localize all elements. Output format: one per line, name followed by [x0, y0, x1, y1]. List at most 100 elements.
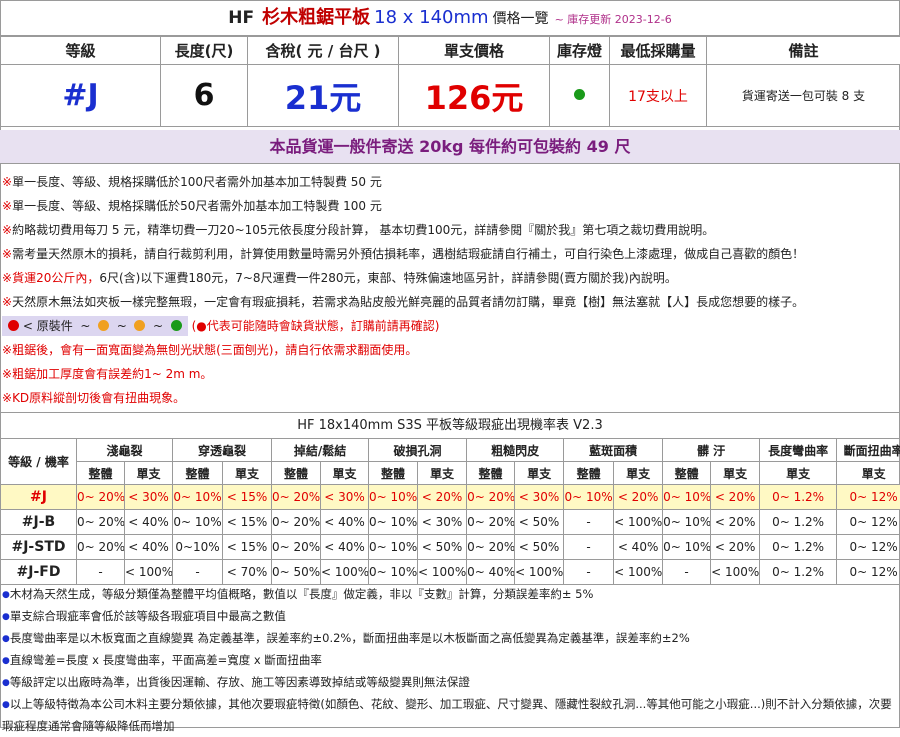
red-dot-icon: [8, 320, 19, 331]
defect-cell: -: [564, 510, 614, 535]
defect-cell: 0~ 10%: [663, 510, 711, 535]
defect-cell: < 40%: [321, 535, 369, 560]
footnote-text: 長度彎曲率是以木板寬面之直線變異 為定義基準，誤差率約±0.2%，斷面扭曲率是以…: [10, 631, 690, 645]
note-mark: ※: [2, 343, 12, 357]
note-mark: ※: [2, 367, 12, 381]
remark-value: 貨運寄送一包可裝 8 支: [707, 65, 900, 127]
note-item: ※天然原木無法如夾板一樣完整無瑕，一定會有瑕疵損耗，若需求為貼皮般光鮮亮麗的品質…: [0, 290, 900, 314]
defect-cell: 0~ 10%: [663, 535, 711, 560]
defect-cell: 0~ 10%: [369, 485, 418, 510]
defect-cell: < 100%: [614, 560, 663, 585]
defect-cell: < 50%: [418, 535, 467, 560]
legend-note: (●代表可能隨時會缺貨狀態，訂購前請再確認): [192, 319, 440, 333]
sub-header-single: 單支: [321, 462, 369, 485]
defect-group-header: 斷面扭曲率: [837, 439, 900, 462]
defect-cell: 0~ 10%: [173, 485, 223, 510]
defect-grade: #J-FD: [1, 560, 77, 585]
footnote: ●等級評定以出廠時為準，出貨後因運輸、存放、施工等因素導致掉結或等級變異則無法保…: [0, 672, 900, 694]
defect-cell: 0~ 20%: [467, 510, 515, 535]
footnote: ●單支綜合瑕疵率會低於該等級各瑕疵項目中最高之數值: [0, 606, 900, 628]
bullet-icon: ●: [2, 634, 10, 644]
note-text: 單一長度、等級、規格採購低於100尺者需外加基本加工特製費 50 元: [12, 175, 382, 189]
sub-header-whole: 整體: [663, 462, 711, 485]
legend-tilde: ~: [80, 319, 90, 333]
sub-header-single: 單支: [760, 462, 837, 485]
defect-cell: 0~ 10%: [663, 485, 711, 510]
sub-header-whole: 整體: [369, 462, 418, 485]
defect-row: #J0~ 20%< 30%0~ 10%< 15%0~ 20%< 30%0~ 10…: [1, 485, 900, 510]
header-stock: 庫存燈: [550, 37, 610, 65]
stock-light-cell: [550, 65, 610, 127]
defect-cell: < 40%: [125, 535, 173, 560]
sub-header-single: 單支: [418, 462, 467, 485]
defect-group-header: 長度彎曲率: [760, 439, 837, 462]
note-mark: ※: [2, 223, 12, 237]
defect-group-header: 穿透龜裂: [173, 439, 272, 462]
note-item: ※貨運20公斤內，6尺(含)以下運費180元，7~8尺運費一件280元，東部、特…: [0, 266, 900, 290]
defect-group-header: 淺龜裂: [77, 439, 173, 462]
defect-table-title: HF 18x140mm S3S 平板等級瑕疵出現機率表 V2.3: [0, 412, 900, 438]
product-size: 18 x 140mm: [374, 7, 488, 28]
bullet-icon: ●: [2, 700, 10, 710]
defect-cell: < 40%: [321, 510, 369, 535]
defect-cell: -: [173, 560, 223, 585]
sub-header-whole: 整體: [77, 462, 125, 485]
note-mark: ※: [2, 295, 12, 309]
defect-cell: -: [564, 560, 614, 585]
sub-header-single: 單支: [515, 462, 564, 485]
defect-grade: #J: [1, 485, 77, 510]
header-min-qty: 最低採購量: [610, 37, 707, 65]
defect-cell: 0~ 20%: [272, 510, 321, 535]
defect-cell: < 20%: [614, 485, 663, 510]
defect-cell: 0~ 12%: [837, 560, 900, 585]
note-item: ※KD原料縱剖切後會有扭曲現象。: [0, 386, 900, 410]
legend-tilde: ~: [153, 319, 163, 333]
defect-cell: 0~ 40%: [467, 560, 515, 585]
defect-cell: 0~ 20%: [77, 510, 125, 535]
note-text: 約略裁切費用每刀 5 元，精準切費一刀20~105元依長度分段計算， 基本切費1…: [12, 223, 714, 237]
brand: HF: [228, 8, 254, 28]
note-text: 需考量天然原木的損耗，請自行裁剪利用，計算使用數量時需另外預估損耗率，遇樹結瑕疵…: [12, 247, 804, 261]
defect-cell: < 40%: [125, 510, 173, 535]
defect-cell: 0~ 20%: [272, 485, 321, 510]
shipping-banner: 本品貨運一般件寄送 20kg 每件約可包裝約 49 尺: [0, 130, 900, 164]
list-label: 價格一覽: [493, 11, 549, 27]
note-text: 6尺(含)以下運費180元，7~8尺運費一件280元，東部、特殊偏遠地區另計，詳…: [99, 271, 677, 285]
defect-cell: 0~ 1.2%: [760, 535, 837, 560]
defect-cell: < 100%: [418, 560, 467, 585]
defect-table: 等級 / 機率 淺龜裂穿透龜裂掉結/鬆結破損孔洞粗糙閃皮藍斑面積髒 汙長度彎曲率…: [0, 438, 900, 585]
bullet-icon: ●: [2, 590, 10, 600]
footnote-text: 直線彎差=長度 x 長度彎曲率，平面高差=寬度 x 斷面扭曲率: [10, 653, 322, 667]
defect-cell: 0~ 50%: [272, 560, 321, 585]
defect-row: #J-STD0~ 20%< 40%0~10%< 15%0~ 20%< 40%0~…: [1, 535, 900, 560]
note-mark: ※: [2, 391, 12, 405]
defect-cell: < 20%: [711, 485, 760, 510]
defect-cell: 0~ 20%: [272, 535, 321, 560]
page-title: HF杉木粗鋸平板18 x 140mm價格一覽~ 庫存更新 2023-12-6: [0, 0, 900, 36]
defect-cell: < 100%: [321, 560, 369, 585]
note-item: ※粗鋸後，會有一面寬面變為無刨光狀態(三面刨光)，請自行依需求翻面使用。: [0, 338, 900, 362]
footnote: ●以上等級特徵為本公司木料主要分類依據，其他次要瑕疵特徵(如顏色、花紋、變形、加…: [0, 694, 900, 737]
defect-cell: < 20%: [418, 485, 467, 510]
defect-cell: 0~ 10%: [369, 560, 418, 585]
defect-cell: -: [564, 535, 614, 560]
defect-cell: < 100%: [614, 510, 663, 535]
note-text: 天然原木無法如夾板一樣完整無瑕，一定會有瑕疵損耗，若需求為貼皮般光鮮亮麗的品質者…: [12, 295, 804, 309]
defect-cell: < 100%: [515, 560, 564, 585]
note-mark: ※: [2, 199, 12, 213]
price-per-ft-value: 21元: [248, 65, 399, 127]
orange-dot-icon: [98, 320, 109, 331]
defect-cell: < 50%: [515, 510, 564, 535]
defect-cell: < 30%: [125, 485, 173, 510]
note-mark: ※: [2, 175, 12, 189]
defect-cell: 0~ 20%: [77, 535, 125, 560]
note-text: 粗鋸後，會有一面寬面變為無刨光狀態(三面刨光)，請自行依需求翻面使用。: [12, 343, 417, 357]
defect-cell: < 20%: [711, 535, 760, 560]
defect-cell: 0~ 1.2%: [760, 485, 837, 510]
stock-light-icon: [574, 89, 585, 100]
footnote: ●長度彎曲率是以木板寬面之直線變異 為定義基準，誤差率約±0.2%，斷面扭曲率是…: [0, 628, 900, 650]
header-price-per-ft: 含稅( 元 / 台尺 ): [248, 37, 399, 65]
defect-cell: < 15%: [223, 535, 272, 560]
defect-cell: < 30%: [515, 485, 564, 510]
note-text: 粗鋸加工厚度會有誤差約1~ 2m m。: [12, 367, 212, 381]
